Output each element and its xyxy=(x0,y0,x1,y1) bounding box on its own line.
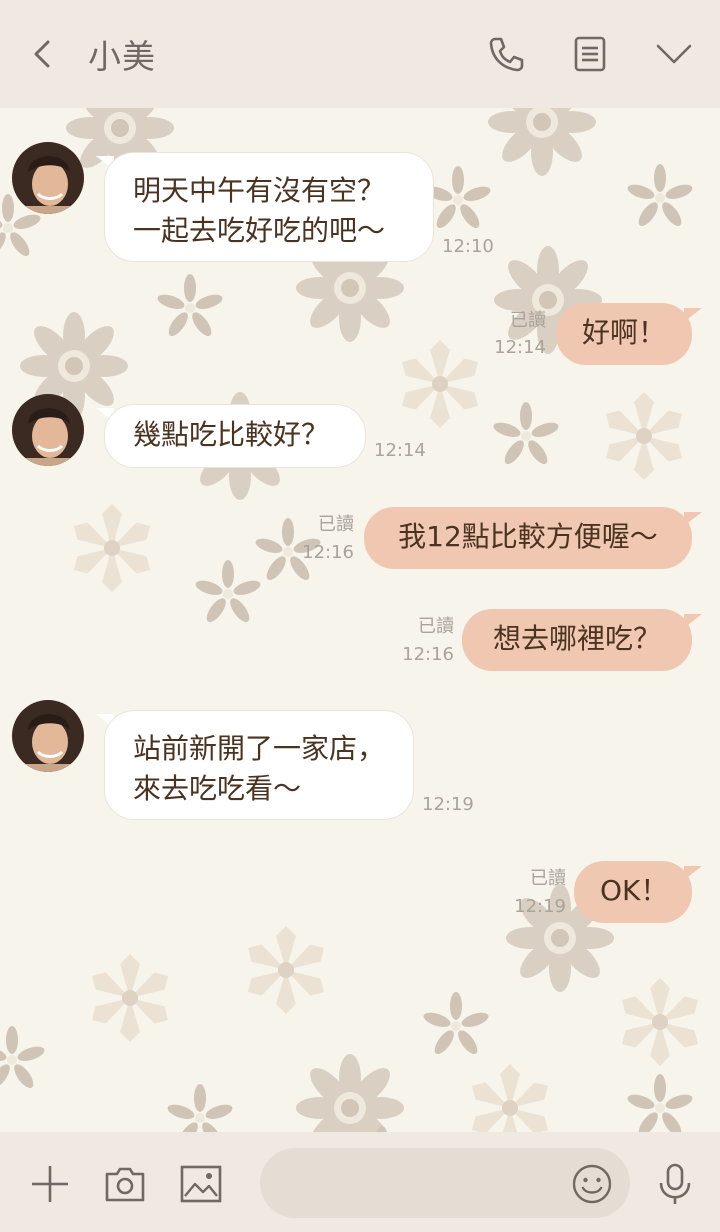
read-receipt: 已讀 xyxy=(418,616,454,637)
message-bubble-incoming[interactable]: 站前新開了一家店， 來去吃吃看～ xyxy=(104,710,414,820)
message-time: 12:14 xyxy=(374,440,426,461)
read-receipt: 已讀 xyxy=(510,310,546,331)
message-time: 12:16 xyxy=(402,644,454,665)
phone-icon[interactable] xyxy=(484,32,528,76)
contact-avatar[interactable] xyxy=(12,142,84,214)
avatar-photo-icon xyxy=(12,142,84,214)
microphone-icon[interactable] xyxy=(653,1162,697,1206)
avatar-photo-icon xyxy=(12,394,84,466)
message-input[interactable] xyxy=(284,1148,578,1220)
camera-icon[interactable] xyxy=(103,1162,147,1206)
notes-icon[interactable] xyxy=(568,32,612,76)
message-time: 12:19 xyxy=(422,794,474,815)
avatar-photo-icon xyxy=(12,700,84,772)
chevron-left-icon[interactable] xyxy=(26,36,58,72)
contact-avatar[interactable] xyxy=(12,700,84,772)
composer-bar xyxy=(0,1132,720,1232)
chevron-down-icon[interactable] xyxy=(652,32,696,76)
message-bubble-outgoing[interactable]: OK！ xyxy=(574,861,692,923)
image-icon[interactable] xyxy=(179,1162,223,1206)
chat-title: 小美 xyxy=(88,37,156,76)
emoji-icon[interactable] xyxy=(570,1162,614,1206)
message-input-field[interactable] xyxy=(260,1148,630,1220)
message-time: 12:19 xyxy=(514,896,566,917)
message-bubble-incoming[interactable]: 明天中午有沒有空？ 一起去吃好吃的吧～ xyxy=(104,152,434,262)
message-bubble-outgoing[interactable]: 想去哪裡吃？ xyxy=(462,609,692,671)
message-bubble-outgoing[interactable]: 好啊！ xyxy=(556,303,692,365)
message-time: 12:16 xyxy=(302,542,354,563)
read-receipt: 已讀 xyxy=(318,514,354,535)
chat-header: 小美 xyxy=(0,0,720,108)
message-time: 12:10 xyxy=(442,236,494,257)
plus-icon[interactable] xyxy=(28,1162,72,1206)
message-time: 12:14 xyxy=(494,337,546,358)
message-bubble-outgoing[interactable]: 我12點比較方便喔～ xyxy=(364,507,692,569)
message-bubble-incoming[interactable]: 幾點吃比較好？ xyxy=(104,404,366,468)
contact-avatar[interactable] xyxy=(12,394,84,466)
read-receipt: 已讀 xyxy=(530,868,566,889)
